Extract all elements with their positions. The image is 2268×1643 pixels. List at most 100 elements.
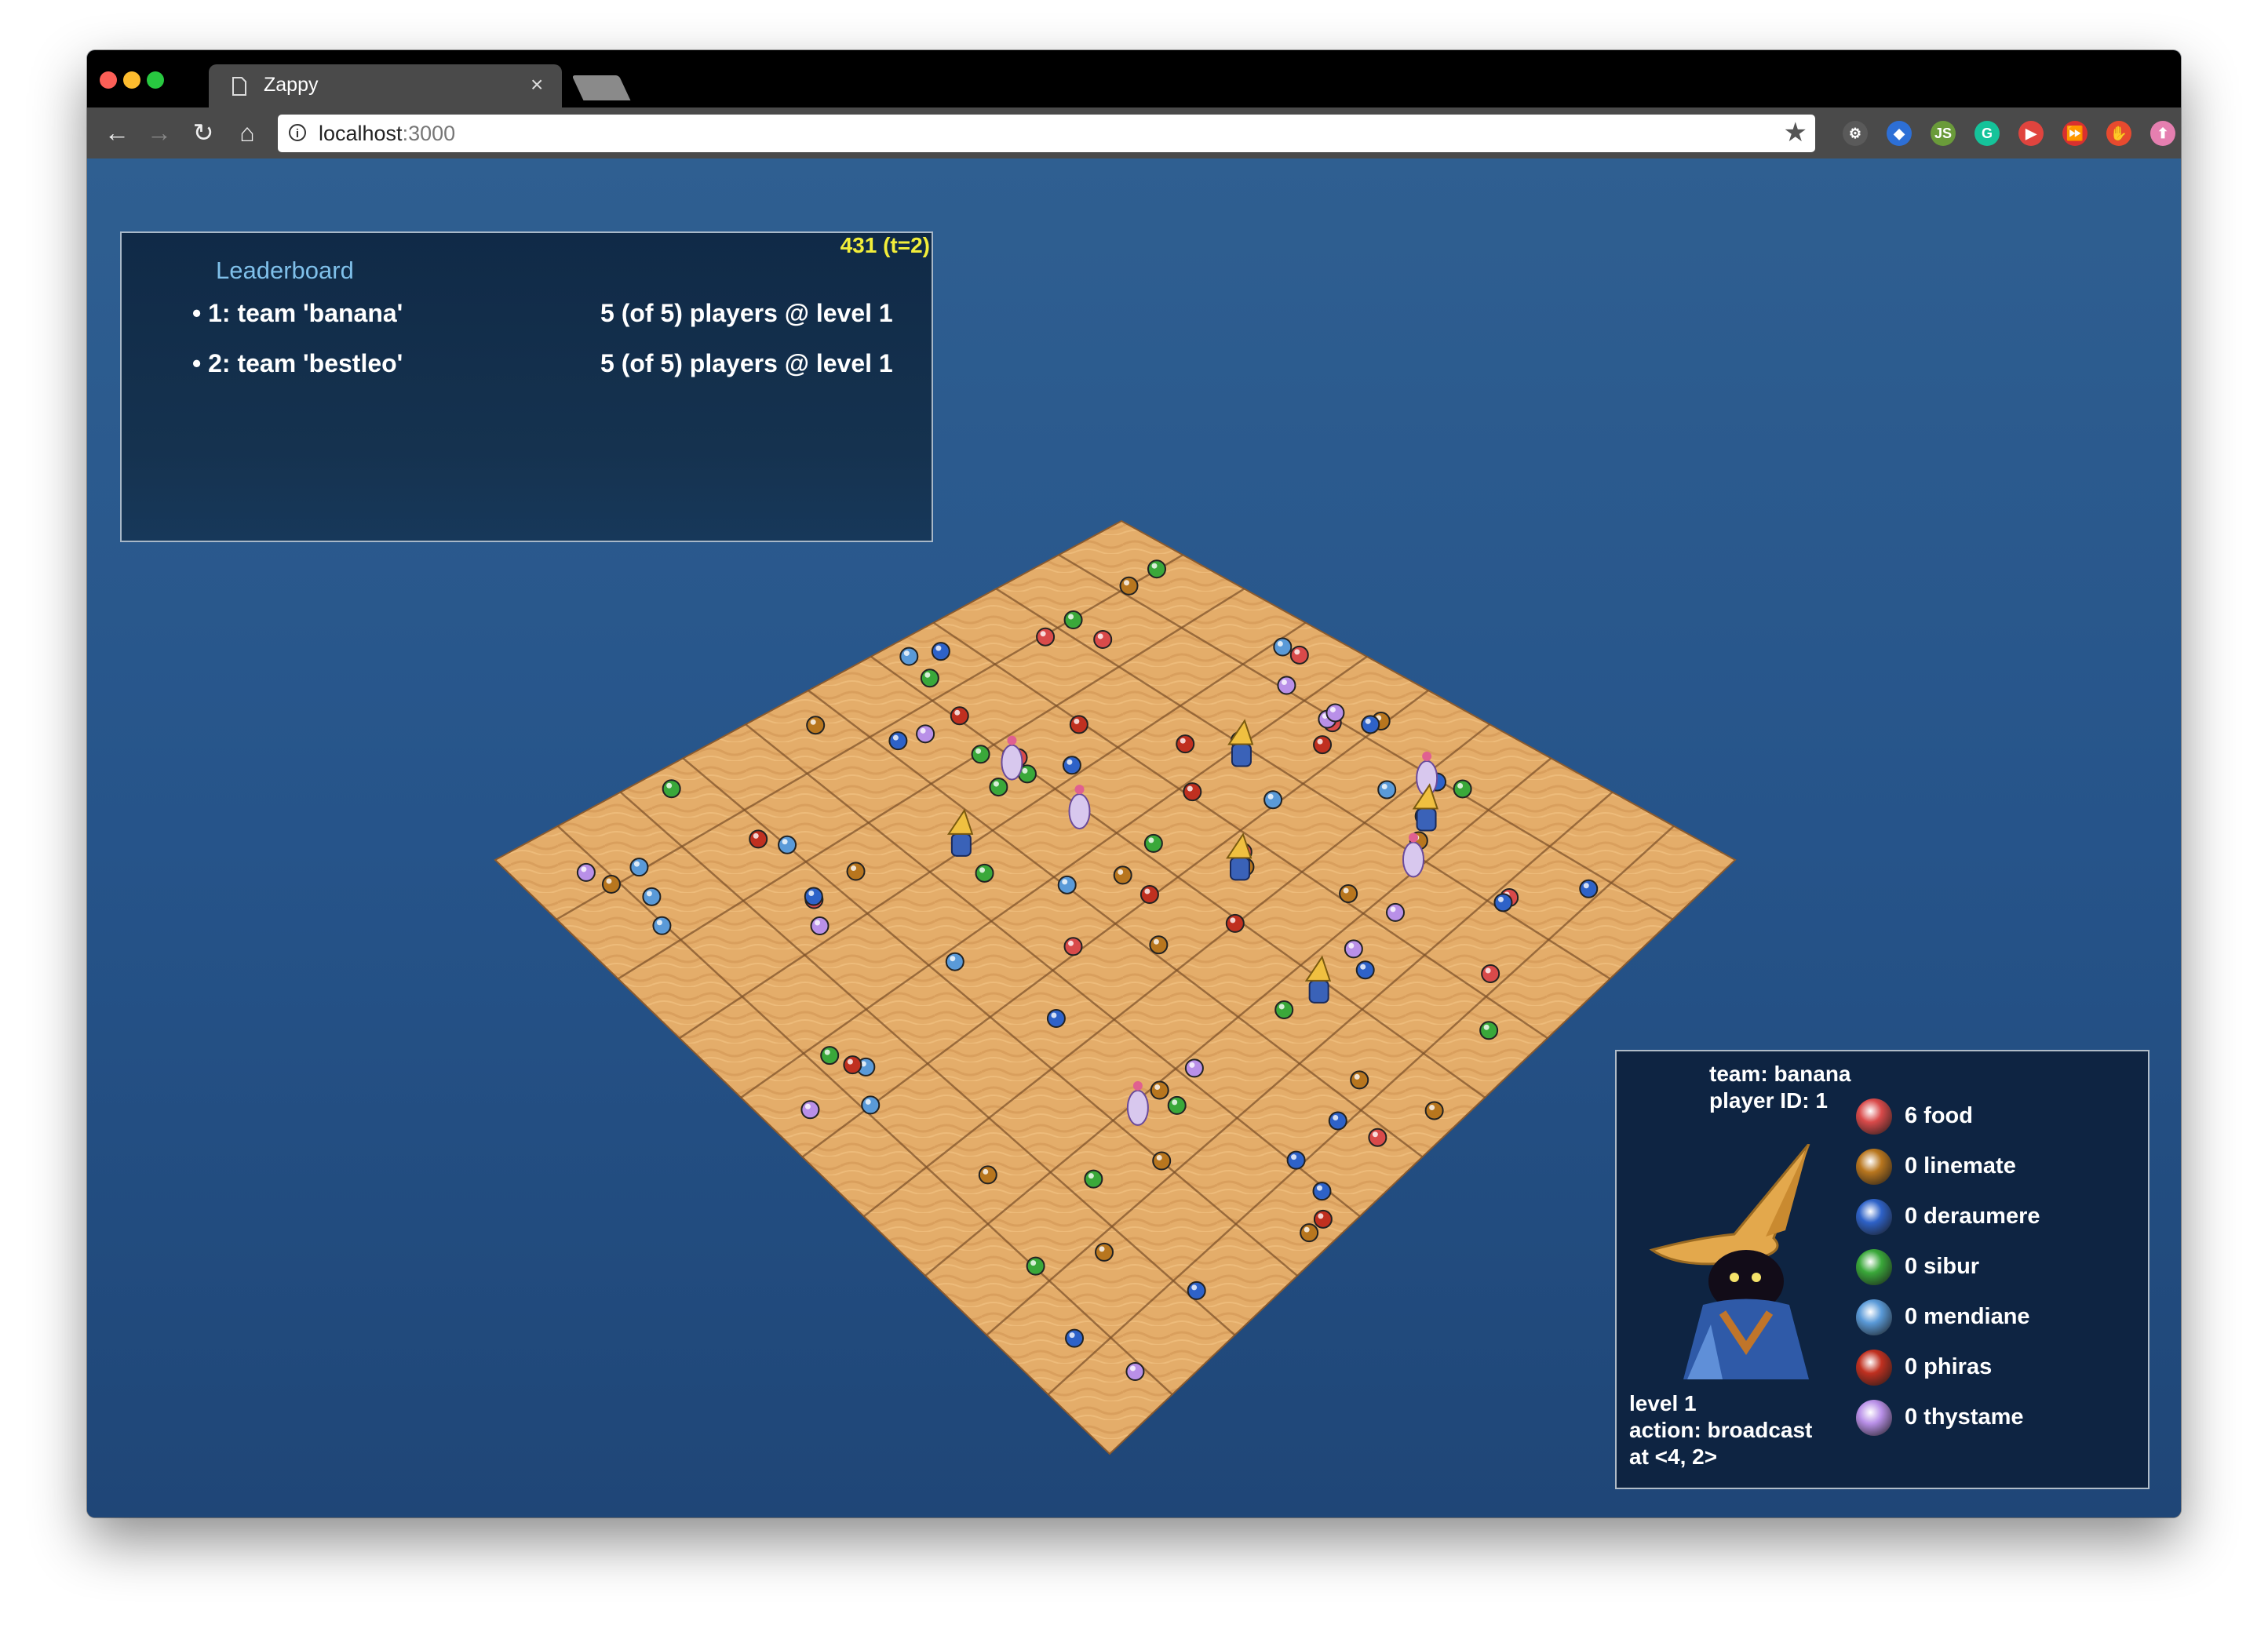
mendiane-stone-icon[interactable] (778, 835, 797, 854)
linemate-stone-icon[interactable] (1150, 1080, 1169, 1100)
sibur-stone-icon[interactable] (920, 668, 939, 688)
bookmark-star-icon[interactable]: ★ (1784, 117, 1807, 148)
mendiane-stone-icon[interactable] (945, 952, 964, 971)
nodejs-extension-icon[interactable]: JS (1931, 121, 1956, 146)
browser-tab[interactable]: Zappy × (209, 64, 562, 107)
deraumere-stone-icon[interactable] (931, 642, 950, 661)
forward-extension-icon[interactable]: ⏩ (2062, 121, 2088, 146)
sibur-stone-icon[interactable] (662, 779, 681, 799)
hand-extension-icon[interactable]: ✋ (2106, 121, 2131, 146)
linemate-stone-icon[interactable] (1350, 1070, 1369, 1090)
info-icon[interactable]: i (289, 124, 306, 141)
linemate-stone-icon[interactable] (1149, 935, 1169, 955)
phiras-stone-icon[interactable] (1139, 885, 1159, 905)
mendiane-stone-icon[interactable] (899, 647, 919, 666)
deraumere-stone-icon[interactable] (1062, 756, 1081, 775)
deraumere-stone-icon[interactable] (804, 887, 823, 906)
linemate-stone-icon[interactable] (1424, 1101, 1444, 1120)
deraumere-stone-icon[interactable] (1355, 960, 1375, 980)
thystame-stone-icon[interactable] (1386, 902, 1406, 922)
thystame-stone-icon[interactable] (1277, 676, 1296, 695)
mendiane-stone-icon[interactable] (1377, 780, 1397, 800)
mendiane-stone-icon[interactable] (1057, 875, 1077, 894)
thystame-stone-icon[interactable] (1125, 1362, 1145, 1382)
deraumere-stone-icon[interactable] (1187, 1281, 1206, 1300)
address-bar[interactable]: i localhost:3000 ★ (278, 115, 1815, 152)
new-tab-button[interactable] (571, 75, 631, 100)
tab-close-icon[interactable]: × (531, 72, 543, 97)
watermelon-icon[interactable] (1481, 964, 1500, 984)
phiras-stone-icon[interactable] (950, 706, 969, 726)
linemate-stone-icon[interactable] (1113, 865, 1132, 885)
mendiane-stone-icon[interactable] (861, 1095, 881, 1115)
thystame-stone-icon[interactable] (916, 724, 935, 744)
watermelon-icon[interactable] (1063, 937, 1083, 956)
linemate-stone-icon[interactable] (1119, 576, 1139, 596)
watermelon-icon[interactable] (1368, 1128, 1387, 1147)
phiras-stone-icon[interactable] (749, 829, 768, 849)
sibur-stone-icon[interactable] (1084, 1169, 1103, 1189)
linemate-stone-icon[interactable] (1152, 1151, 1172, 1171)
phiras-stone-icon[interactable] (1313, 1209, 1333, 1229)
watermelon-icon[interactable] (1093, 629, 1113, 649)
close-window-button[interactable] (100, 71, 117, 89)
linemate-stone-icon[interactable] (978, 1165, 997, 1185)
thystame-stone-icon[interactable] (576, 862, 596, 882)
sibur-stone-icon[interactable] (1147, 559, 1167, 579)
phiras-stone-icon[interactable] (843, 1055, 862, 1075)
mendiane-stone-icon[interactable] (1263, 790, 1283, 810)
back-arrow-icon[interactable]: ← (101, 117, 133, 148)
phiras-stone-icon[interactable] (1313, 735, 1333, 755)
thystame-stone-icon[interactable] (1184, 1058, 1204, 1078)
deraumere-stone-icon[interactable] (1361, 715, 1380, 734)
sibur-stone-icon[interactable] (975, 863, 994, 883)
sibur-stone-icon[interactable] (989, 778, 1008, 797)
phiras-stone-icon[interactable] (1069, 715, 1088, 734)
sibur-stone-icon[interactable] (1453, 779, 1472, 799)
phiras-stone-icon[interactable] (1183, 782, 1202, 802)
deraumere-stone-icon[interactable] (1328, 1111, 1347, 1131)
mendiane-stone-icon[interactable] (652, 916, 672, 935)
watermelon-icon[interactable] (1289, 645, 1309, 665)
deraumere-stone-icon[interactable] (1493, 893, 1513, 913)
linemate-stone-icon[interactable] (1339, 883, 1358, 903)
minimize-window-button[interactable] (123, 71, 140, 89)
linemate-stone-icon[interactable] (601, 874, 621, 894)
reload-icon[interactable]: ↻ (188, 117, 219, 148)
deraumere-stone-icon[interactable] (1065, 1328, 1085, 1348)
gear-extension-icon[interactable]: ⚙ (1843, 121, 1868, 146)
upload-extension-icon[interactable]: ⬆ (2150, 121, 2175, 146)
deraumere-stone-icon[interactable] (1046, 1009, 1066, 1029)
thystame-stone-icon[interactable] (1344, 939, 1363, 959)
game-viewport[interactable]: 431 (t=2) Leaderboard • 1: team 'banana'… (87, 158, 2181, 1517)
phiras-stone-icon[interactable] (1225, 913, 1245, 933)
sibur-stone-icon[interactable] (1167, 1095, 1187, 1115)
deraumere-stone-icon[interactable] (1579, 879, 1599, 898)
sibur-stone-icon[interactable] (1026, 1256, 1045, 1276)
mendiane-stone-icon[interactable] (642, 887, 662, 906)
mendiane-stone-icon[interactable] (629, 858, 649, 877)
linemate-stone-icon[interactable] (846, 862, 866, 881)
thystame-stone-icon[interactable] (1325, 703, 1345, 723)
linemate-stone-icon[interactable] (1300, 1223, 1319, 1243)
url-text[interactable]: localhost:3000 (319, 122, 455, 146)
thystame-stone-icon[interactable] (810, 916, 830, 936)
watermelon-icon[interactable] (1036, 627, 1056, 647)
grammarly-extension-icon[interactable]: G (1974, 121, 2000, 146)
deraumere-stone-icon[interactable] (1312, 1182, 1332, 1201)
deraumere-stone-icon[interactable] (1286, 1150, 1306, 1170)
diamond-extension-icon[interactable]: ◆ (1887, 121, 1912, 146)
forward-arrow-icon[interactable]: → (144, 117, 175, 148)
sibur-stone-icon[interactable] (1274, 1000, 1294, 1019)
zoom-window-button[interactable] (147, 71, 164, 89)
home-icon[interactable]: ⌂ (232, 117, 263, 148)
sibur-stone-icon[interactable] (971, 745, 990, 764)
phiras-stone-icon[interactable] (1176, 734, 1195, 754)
deraumere-stone-icon[interactable] (888, 731, 908, 751)
linemate-stone-icon[interactable] (806, 716, 826, 735)
linemate-stone-icon[interactable] (1095, 1242, 1114, 1262)
sibur-stone-icon[interactable] (820, 1046, 840, 1066)
sibur-stone-icon[interactable] (1143, 833, 1163, 853)
sibur-stone-icon[interactable] (1479, 1021, 1499, 1040)
sibur-stone-icon[interactable] (1063, 610, 1083, 630)
